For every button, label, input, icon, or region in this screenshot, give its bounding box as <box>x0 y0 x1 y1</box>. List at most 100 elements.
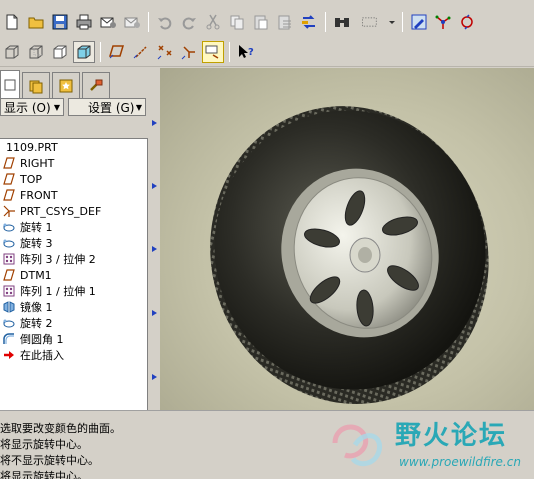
tree-item[interactable]: 在此插入 <box>0 347 147 363</box>
watermark-title: 野火论坛 <box>395 421 508 451</box>
undo-icon[interactable] <box>154 11 176 33</box>
wireframe-icon[interactable] <box>1 41 23 63</box>
new-file-icon[interactable] <box>1 11 23 33</box>
folder-browser-tab[interactable] <box>22 72 50 98</box>
toolbar-separator <box>148 12 149 32</box>
connections-tab[interactable] <box>82 72 110 98</box>
datum-plane-icon <box>0 188 18 202</box>
tree-item[interactable]: PRT_CSYS_DEF <box>0 203 147 219</box>
watermark-url: www.proewildfire.cn <box>399 455 521 469</box>
tree-item-label: 1109.PRT <box>6 140 58 154</box>
revolve-icon <box>0 220 18 234</box>
tree-item-label: DTM1 <box>20 268 52 282</box>
favorites-tab[interactable] <box>52 72 80 98</box>
standard-toolbar <box>0 7 534 37</box>
model-tree-tab[interactable] <box>0 70 20 98</box>
dropdown-arrow-icon[interactable] <box>387 11 397 33</box>
copy-icon[interactable] <box>226 11 248 33</box>
watermark-logo-icon <box>332 424 383 467</box>
datum-plane-icon <box>0 172 18 186</box>
wheel-model[interactable] <box>160 68 534 410</box>
sash-arrow-icon <box>152 374 157 380</box>
panel-splitter[interactable] <box>150 68 160 410</box>
datum-points-icon[interactable] <box>154 41 176 63</box>
sash-arrow-icon <box>152 310 157 316</box>
part-icon <box>0 140 4 154</box>
tree-item-label: FRONT <box>20 188 58 202</box>
cut-icon[interactable] <box>202 11 224 33</box>
paste-special-icon[interactable] <box>274 11 296 33</box>
tree-item[interactable]: FRONT <box>0 187 147 203</box>
tree-item-label: 旋转 1 <box>20 221 53 234</box>
tree-item[interactable]: 镜像 1 <box>0 299 147 315</box>
tree-item[interactable]: 阵列 3 / 拉伸 2 <box>0 251 147 267</box>
round-icon <box>0 332 18 346</box>
orient-icon[interactable] <box>456 11 478 33</box>
print-icon[interactable] <box>73 11 95 33</box>
navigator-tabs <box>0 68 112 98</box>
toolbar-separator <box>229 41 230 62</box>
regenerate-icon[interactable] <box>298 11 320 33</box>
tree-item-label: PRT_CSYS_DEF <box>20 204 102 218</box>
datum-plane-icon <box>0 156 18 170</box>
tree-item[interactable]: TOP <box>0 171 147 187</box>
tree-item[interactable]: 旋转 2 <box>0 315 147 331</box>
datum-axes-icon[interactable] <box>130 41 152 63</box>
csys-icon <box>0 204 18 218</box>
settings-dropdown[interactable]: 设置 (G) ▼ <box>68 98 146 116</box>
revolve-icon <box>0 236 18 250</box>
repaint-icon[interactable] <box>408 11 430 33</box>
open-folder-icon[interactable] <box>25 11 47 33</box>
sash-arrow-icon <box>152 183 157 189</box>
sash-arrow-icon <box>152 246 157 252</box>
chevron-down-icon: ▼ <box>135 102 142 112</box>
toolbar-separator <box>325 12 326 32</box>
paste-icon[interactable] <box>250 11 272 33</box>
tree-item[interactable]: 旋转 3 <box>0 235 147 251</box>
hidden-line-icon[interactable] <box>25 41 47 63</box>
shading-icon[interactable] <box>73 40 95 63</box>
save-icon[interactable] <box>49 11 71 33</box>
revolve-icon <box>0 316 18 330</box>
selection-box-icon[interactable] <box>355 11 385 33</box>
insert-here-icon <box>0 348 18 362</box>
context-help-icon[interactable]: ? <box>235 41 257 63</box>
tree-item-label: 倒圆角 1 <box>20 333 64 346</box>
tree-item-label: 镜像 1 <box>20 301 53 314</box>
tree-item-label: TOP <box>20 172 43 186</box>
tree-item-label: 旋转 3 <box>20 237 53 250</box>
chevron-down-icon: ▼ <box>53 102 60 112</box>
tree-item-label: RIGHT <box>20 156 55 170</box>
tree-item[interactable]: RIGHT <box>0 155 147 171</box>
svg-text:?: ? <box>248 47 254 58</box>
settings-dropdown-label: 设置 (G) <box>88 100 135 115</box>
tree-item[interactable]: 倒圆角 1 <box>0 331 147 347</box>
redo-icon[interactable] <box>178 11 200 33</box>
show-dropdown[interactable]: 显示 (O) ▼ <box>0 98 64 116</box>
pattern-icon <box>0 252 18 266</box>
toolbar-separator <box>402 12 403 32</box>
find-icon[interactable] <box>331 11 353 33</box>
toolbar-separator <box>100 41 101 62</box>
spin-center-icon[interactable] <box>432 11 454 33</box>
coord-systems-icon[interactable] <box>178 41 200 63</box>
datum-plane-icon <box>0 268 18 282</box>
datum-planes-icon[interactable] <box>106 41 128 63</box>
view-toolbar: ? <box>0 37 534 67</box>
tree-item-label: 阵列 3 / 拉伸 2 <box>20 253 96 266</box>
tree-item-label: 旋转 2 <box>20 317 53 330</box>
email-attach-icon[interactable] <box>121 11 143 33</box>
tree-item[interactable]: 旋转 1 <box>0 219 147 235</box>
email-icon[interactable] <box>97 11 119 33</box>
tree-item-label: 在此插入 <box>20 349 64 362</box>
pattern-icon <box>0 284 18 298</box>
tree-item[interactable]: DTM1 <box>0 267 147 283</box>
graphics-window[interactable] <box>160 68 534 410</box>
tree-item[interactable]: 阵列 1 / 拉伸 1 <box>0 283 147 299</box>
annotations-icon[interactable] <box>202 40 224 63</box>
no-hidden-icon[interactable] <box>49 41 71 63</box>
mirror-icon <box>0 300 18 314</box>
tree-item[interactable]: 1109.PRT <box>0 139 147 155</box>
sash-arrow-icon <box>152 120 157 126</box>
tree-item-label: 阵列 1 / 拉伸 1 <box>20 285 96 298</box>
